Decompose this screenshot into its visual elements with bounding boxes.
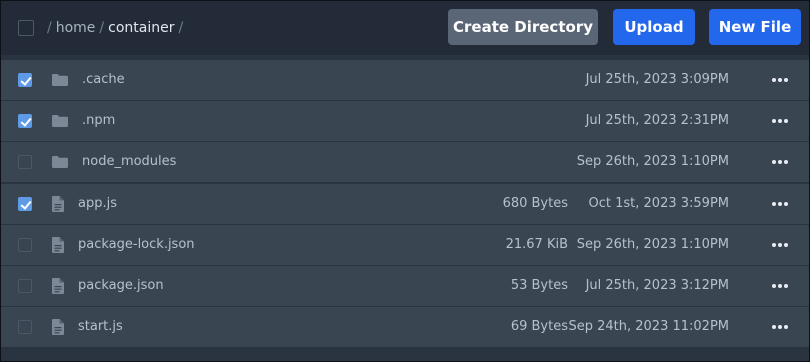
breadcrumb-item-home[interactable]: home	[56, 20, 96, 36]
file-name[interactable]: .npm	[82, 113, 115, 129]
file-name[interactable]: app.js	[78, 196, 117, 212]
more-options-icon[interactable]	[771, 73, 789, 87]
file-row[interactable]: start.js 69 Bytes Sep 24th, 2023 11:02PM	[1, 307, 809, 347]
file-icon	[52, 278, 64, 294]
select-all-checkbox[interactable]	[18, 20, 34, 36]
row-checkbox[interactable]	[18, 155, 32, 169]
row-checkbox[interactable]	[18, 320, 32, 334]
breadcrumb-separator: /	[47, 20, 52, 36]
file-size: 53 Bytes	[510, 278, 568, 293]
file-name[interactable]: package.json	[78, 278, 164, 294]
more-options-icon[interactable]	[771, 197, 789, 211]
row-checkbox[interactable]	[18, 114, 32, 128]
modified-date: Sep 26th, 2023 1:10PM	[576, 237, 729, 252]
more-options-icon[interactable]	[771, 155, 789, 169]
breadcrumb: / home / container /	[47, 18, 187, 38]
modified-date: Sep 26th, 2023 1:10PM	[576, 154, 729, 169]
file-icon	[52, 237, 64, 253]
folder-icon	[52, 115, 68, 127]
folder-icon	[52, 74, 68, 86]
modified-date: Oct 1st, 2023 3:59PM	[588, 196, 729, 211]
modified-date: Jul 25th, 2023 3:09PM	[585, 72, 729, 87]
file-name[interactable]: node_modules	[82, 154, 176, 170]
file-manager: / home / container / Create Directory Up…	[0, 0, 810, 362]
file-row[interactable]: .npm Jul 25th, 2023 2:31PM	[1, 101, 809, 141]
upload-button[interactable]: Upload	[613, 9, 695, 45]
more-options-icon[interactable]	[771, 238, 789, 252]
file-manager-header: / home / container / Create Directory Up…	[1, 1, 809, 55]
row-checkbox[interactable]	[18, 73, 32, 87]
modified-date: Jul 25th, 2023 2:31PM	[585, 113, 729, 128]
new-file-button[interactable]: New File	[709, 9, 801, 45]
row-checkbox[interactable]	[18, 279, 32, 293]
create-directory-button[interactable]: Create Directory	[448, 9, 598, 45]
file-name[interactable]: start.js	[78, 319, 123, 335]
row-checkbox[interactable]	[18, 238, 32, 252]
file-row[interactable]: package-lock.json 21.67 KiB Sep 26th, 2023…	[1, 225, 809, 265]
file-row[interactable]: .cache Jul 25th, 2023 3:09PM	[1, 60, 809, 100]
row-checkbox[interactable]	[18, 197, 32, 211]
file-row[interactable]: node_modules Sep 26th, 2023 1:10PM	[1, 142, 809, 182]
file-size: 21.67 KiB	[505, 237, 568, 252]
breadcrumb-item-container[interactable]: container	[108, 20, 174, 36]
modified-date: Jul 25th, 2023 3:12PM	[585, 278, 729, 293]
file-icon	[52, 196, 64, 212]
breadcrumb-separator: /	[178, 20, 184, 36]
modified-date: Sep 24th, 2023 11:02PM	[568, 319, 729, 334]
file-size: 680 Bytes	[502, 196, 568, 211]
file-icon	[52, 319, 64, 335]
breadcrumb-separator: /	[99, 20, 105, 36]
file-name[interactable]: .cache	[82, 72, 125, 88]
more-options-icon[interactable]	[771, 320, 789, 334]
file-row[interactable]: app.js 680 Bytes Oct 1st, 2023 3:59PM	[1, 184, 809, 224]
more-options-icon[interactable]	[771, 279, 789, 293]
file-size: 69 Bytes	[510, 319, 568, 334]
more-options-icon[interactable]	[771, 114, 789, 128]
file-name[interactable]: package-lock.json	[78, 237, 195, 253]
file-row[interactable]: package.json 53 Bytes Jul 25th, 2023 3:12P…	[1, 266, 809, 306]
folder-icon	[52, 156, 68, 168]
